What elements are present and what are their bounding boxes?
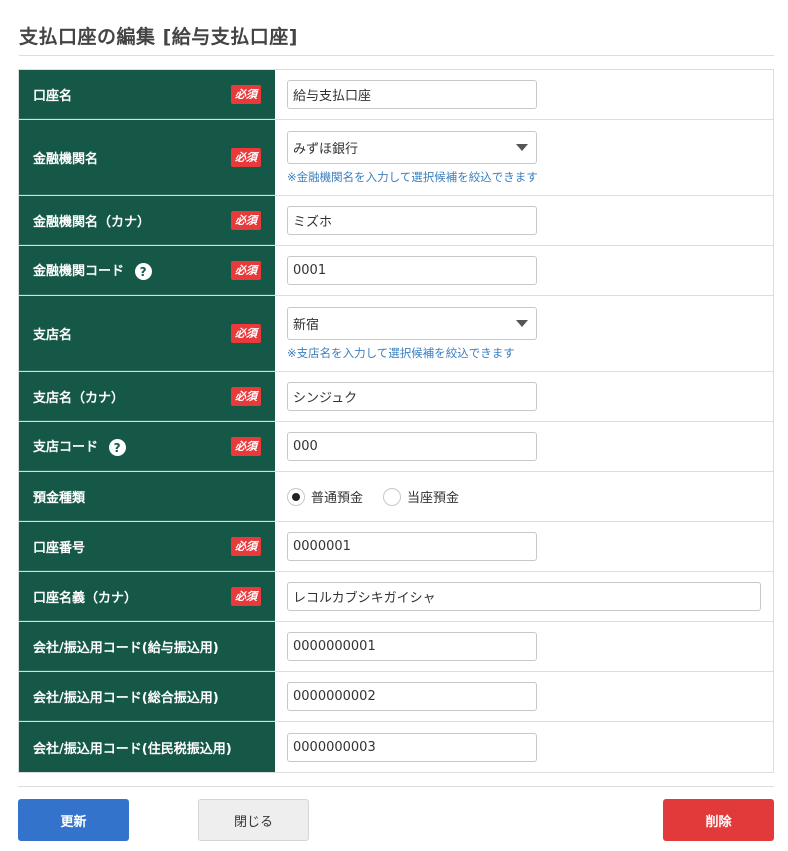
company-code-resident-tax-input[interactable]: 0000000003 bbox=[287, 732, 537, 762]
label-cell: 支店コード ? 必須 bbox=[19, 422, 275, 471]
help-icon[interactable]: ? bbox=[134, 263, 152, 280]
row-company-code-general: 会社/振込用コード(総合振込用) 0000000002 bbox=[19, 672, 773, 722]
label-cell: 支店名（カナ） 必須 bbox=[19, 372, 275, 421]
row-account-name: 口座名 必須 給与支払口座 bbox=[19, 70, 773, 120]
company-code-salary-input[interactable]: 0000000001 bbox=[287, 632, 537, 661]
label-cell: 口座番号 必須 bbox=[19, 522, 275, 571]
label-cell: 金融機関名（カナ） 必須 bbox=[19, 196, 275, 245]
label-cell: 口座名義（カナ） 必須 bbox=[19, 572, 275, 621]
radio-ordinary-deposit[interactable]: 普通預金 bbox=[287, 487, 363, 506]
branch-code-input[interactable]: 000 bbox=[287, 432, 537, 461]
bank-name-kana-input[interactable]: ミズホ bbox=[287, 206, 537, 235]
account-number-input[interactable]: 0000001 bbox=[287, 532, 537, 561]
field-label: 口座番号 bbox=[33, 540, 86, 556]
account-form: 口座名 必須 給与支払口座 金融機関名 必須 みずほ銀行 ※金融機関名を入力して… bbox=[18, 69, 774, 773]
value-cell: 新宿 ※支店名を入力して選択候補を絞込できます bbox=[275, 296, 773, 371]
radio-label: 普通預金 bbox=[311, 491, 364, 506]
title-divider bbox=[19, 55, 774, 56]
row-deposit-type: 預金種類 普通預金 当座預金 bbox=[19, 472, 773, 522]
branch-name-kana-input[interactable]: シンジュク bbox=[287, 382, 537, 411]
label-cell: 会社/振込用コード(給与振込用) bbox=[19, 622, 275, 671]
required-badge: 必須 bbox=[231, 260, 261, 280]
value-cell: 給与支払口座 bbox=[275, 70, 773, 119]
required-badge: 必須 bbox=[231, 147, 261, 167]
help-icon[interactable]: ? bbox=[108, 439, 126, 456]
row-bank-code: 金融機関コード ? 必須 0001 bbox=[19, 246, 773, 296]
required-badge: 必須 bbox=[231, 436, 261, 456]
field-label: 会社/振込用コード(総合振込用) bbox=[33, 690, 219, 706]
required-badge: 必須 bbox=[231, 386, 261, 406]
chevron-down-icon bbox=[516, 143, 528, 151]
page-title: 支払口座の編集 [給与支払口座] bbox=[19, 26, 298, 48]
radio-current-deposit[interactable]: 当座預金 bbox=[383, 487, 459, 506]
bank-name-value: みずほ銀行 bbox=[293, 141, 359, 157]
label-cell: 口座名 必須 bbox=[19, 70, 275, 119]
row-branch-name: 支店名 必須 新宿 ※支店名を入力して選択候補を絞込できます bbox=[19, 296, 773, 372]
required-badge: 必須 bbox=[231, 586, 261, 606]
label-cell: 金融機関名 必須 bbox=[19, 120, 275, 195]
field-label: 預金種類 bbox=[33, 490, 86, 506]
radio-label: 当座預金 bbox=[407, 491, 460, 506]
account-holder-kana-input[interactable]: レコルカブシキガイシャ bbox=[287, 582, 761, 611]
field-label: 金融機関名（カナ） bbox=[33, 214, 151, 230]
branch-name-select[interactable]: 新宿 bbox=[287, 306, 537, 340]
row-branch-name-kana: 支店名（カナ） 必須 シンジュク bbox=[19, 372, 773, 422]
close-button[interactable]: 閉じる bbox=[198, 799, 309, 841]
field-label: 支店名（カナ） bbox=[33, 390, 125, 406]
field-label: 支店名 bbox=[33, 327, 73, 343]
label-cell: 預金種類 bbox=[19, 472, 275, 521]
branch-name-value: 新宿 bbox=[293, 317, 320, 333]
field-label: 口座名 bbox=[33, 88, 73, 104]
bank-code-input[interactable]: 0001 bbox=[287, 256, 537, 285]
bank-name-hint: ※金融機関名を入力して選択候補を絞込できます bbox=[287, 169, 538, 184]
required-badge: 必須 bbox=[231, 323, 261, 343]
row-company-code-salary: 会社/振込用コード(給与振込用) 0000000001 bbox=[19, 622, 773, 672]
value-cell: 0000000002 bbox=[275, 672, 773, 721]
field-label: 金融機関コード bbox=[33, 264, 125, 279]
chevron-down-icon bbox=[516, 319, 528, 327]
required-badge: 必須 bbox=[231, 84, 261, 104]
value-cell: レコルカブシキガイシャ bbox=[275, 572, 773, 621]
required-badge: 必須 bbox=[231, 536, 261, 556]
company-code-general-input[interactable]: 0000000002 bbox=[287, 682, 537, 711]
radio-unchecked-icon[interactable] bbox=[383, 487, 402, 506]
deposit-type-radio-group: 普通預金 当座預金 bbox=[287, 487, 761, 506]
row-company-code-resident-tax: 会社/振込用コード(住民税振込用) 0000000003 bbox=[19, 722, 773, 772]
label-cell: 金融機関コード ? 必須 bbox=[19, 246, 275, 295]
account-name-input[interactable]: 給与支払口座 bbox=[287, 80, 537, 109]
label-cell: 支店名 必須 bbox=[19, 296, 275, 371]
bank-name-select[interactable]: みずほ銀行 bbox=[287, 130, 537, 164]
field-label: 支店コード bbox=[33, 440, 99, 455]
field-label: 会社/振込用コード(住民税振込用) bbox=[33, 741, 232, 757]
required-badge: 必須 bbox=[231, 210, 261, 230]
row-account-holder-kana: 口座名義（カナ） 必須 レコルカブシキガイシャ bbox=[19, 572, 773, 622]
row-account-number: 口座番号 必須 0000001 bbox=[19, 522, 773, 572]
value-cell: 0000000003 bbox=[275, 722, 773, 772]
value-cell: 0000000001 bbox=[275, 622, 773, 671]
delete-button[interactable]: 削除 bbox=[663, 799, 774, 841]
footer-divider bbox=[18, 786, 774, 787]
update-button[interactable]: 更新 bbox=[18, 799, 129, 841]
label-cell: 会社/振込用コード(住民税振込用) bbox=[19, 722, 275, 772]
value-cell: 普通預金 当座預金 bbox=[275, 472, 773, 521]
row-bank-name-kana: 金融機関名（カナ） 必須 ミズホ bbox=[19, 196, 773, 246]
field-label: 会社/振込用コード(給与振込用) bbox=[33, 640, 219, 656]
branch-name-hint: ※支店名を入力して選択候補を絞込できます bbox=[287, 345, 515, 360]
row-branch-code: 支店コード ? 必須 000 bbox=[19, 422, 773, 472]
value-cell: 000 bbox=[275, 422, 773, 471]
field-label: 金融機関名 bbox=[33, 151, 99, 167]
value-cell: 0000001 bbox=[275, 522, 773, 571]
field-label: 口座名義（カナ） bbox=[33, 590, 138, 606]
value-cell: ミズホ bbox=[275, 196, 773, 245]
value-cell: シンジュク bbox=[275, 372, 773, 421]
value-cell: 0001 bbox=[275, 246, 773, 295]
value-cell: みずほ銀行 ※金融機関名を入力して選択候補を絞込できます bbox=[275, 120, 773, 195]
label-cell: 会社/振込用コード(総合振込用) bbox=[19, 672, 275, 721]
radio-checked-icon[interactable] bbox=[287, 487, 305, 506]
row-bank-name: 金融機関名 必須 みずほ銀行 ※金融機関名を入力して選択候補を絞込できます bbox=[19, 120, 773, 196]
